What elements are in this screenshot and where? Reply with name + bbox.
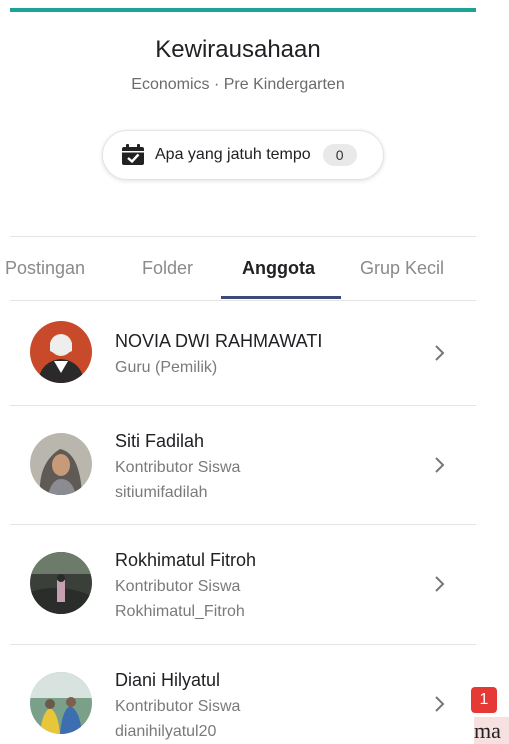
member-username: Rokhimatul_Fitroh <box>115 603 245 620</box>
class-screen: Kewirausahaan Economics · Pre Kindergart… <box>0 0 476 744</box>
divider <box>10 236 476 237</box>
member-name: Rokhimatul Fitroh <box>115 550 257 570</box>
member-username: sitiumifadilah <box>115 484 208 501</box>
member-row[interactable]: Diani Hilyatul Kontributor Siswa dianihi… <box>10 644 476 744</box>
member-row[interactable]: NOVIA DWI RAHMAWATI Guru (Pemilik) <box>10 300 476 405</box>
accent-bar <box>10 8 476 12</box>
member-name: NOVIA DWI RAHMAWATI <box>115 331 323 351</box>
annotation-text: ma <box>474 717 509 744</box>
calendar-check-icon <box>122 144 144 165</box>
member-row[interactable]: Rokhimatul Fitroh Kontributor Siswa Rokh… <box>10 524 476 644</box>
tab-postingan[interactable]: Postingan <box>5 258 85 279</box>
due-label: Apa yang jatuh tempo <box>155 146 311 163</box>
member-username: dianihilyatul20 <box>115 723 217 740</box>
active-tab-indicator <box>221 296 341 299</box>
chevron-right-icon <box>435 576 445 592</box>
avatar <box>30 552 92 614</box>
member-role: Kontributor Siswa <box>115 578 241 595</box>
tab-bar: Postingan Folder Anggota Grup Kecil <box>0 246 476 300</box>
chevron-right-icon <box>435 345 445 361</box>
member-name: Siti Fadilah <box>115 431 205 451</box>
due-count-badge: 0 <box>322 144 357 166</box>
tab-anggota[interactable]: Anggota <box>242 258 315 279</box>
tab-grup-kecil[interactable]: Grup Kecil <box>360 258 444 279</box>
avatar <box>30 672 92 734</box>
class-subtitle: Economics · Pre Kindergarten <box>131 76 345 93</box>
member-row[interactable]: Siti Fadilah Kontributor Siswa sitiumifa… <box>10 405 476 524</box>
chevron-right-icon <box>435 457 445 473</box>
avatar <box>30 433 92 495</box>
due-button[interactable]: Apa yang jatuh tempo 0 <box>102 130 384 180</box>
tab-folder[interactable]: Folder <box>142 258 193 279</box>
annotation-badge: 1 <box>471 687 497 713</box>
chevron-right-icon <box>435 696 445 712</box>
member-role: Guru (Pemilik) <box>115 359 218 376</box>
member-role: Kontributor Siswa <box>115 459 241 476</box>
member-name: Diani Hilyatul <box>115 670 221 690</box>
avatar <box>30 321 92 383</box>
member-role: Kontributor Siswa <box>115 698 241 715</box>
class-title: Kewirausahaan <box>155 36 321 63</box>
